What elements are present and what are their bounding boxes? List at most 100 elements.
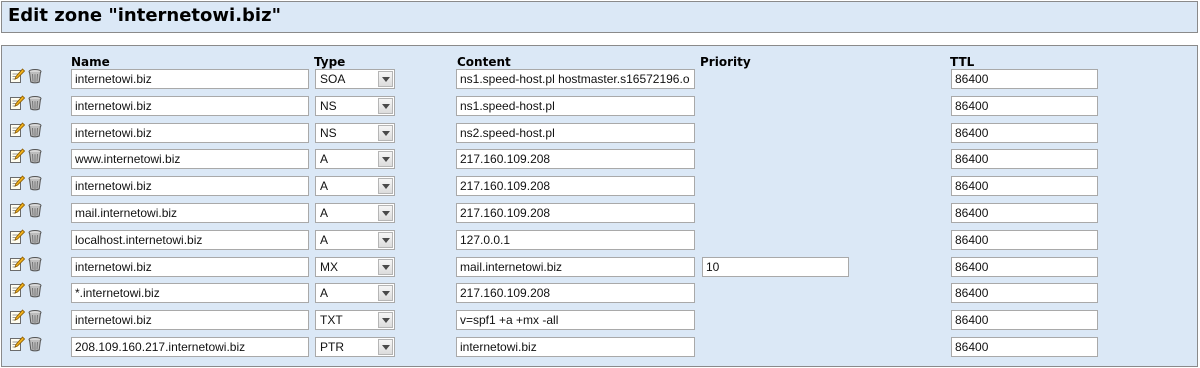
- delete-trash-icon[interactable]: [27, 68, 43, 84]
- record-type-value: A: [320, 152, 329, 167]
- chevron-down-icon[interactable]: [378, 339, 393, 355]
- record-type-value: PTR: [320, 340, 344, 354]
- delete-trash-icon[interactable]: [27, 202, 43, 218]
- table-row: internetowi.biz A 217.160.109.208 86400: [2, 173, 1197, 200]
- records-panel: Name Type Content Priority TTL interneto…: [1, 45, 1198, 367]
- record-name-input[interactable]: mail.internetowi.biz: [71, 203, 309, 223]
- record-ttl-input[interactable]: 86400: [951, 203, 1098, 223]
- record-content-input[interactable]: mail.internetowi.biz: [456, 256, 695, 277]
- record-ttl-input[interactable]: 86400: [951, 149, 1098, 170]
- record-type-select[interactable]: MX: [315, 256, 395, 277]
- delete-trash-icon[interactable]: [27, 122, 43, 138]
- chevron-down-icon[interactable]: [378, 124, 393, 141]
- chevron-down-icon[interactable]: [378, 97, 393, 114]
- edit-icon[interactable]: [9, 256, 26, 272]
- record-name-input[interactable]: internetowi.biz: [71, 310, 309, 331]
- record-type-select[interactable]: A: [315, 229, 395, 250]
- record-content-input[interactable]: 217.160.109.208: [456, 283, 695, 304]
- edit-icon[interactable]: [9, 95, 26, 111]
- delete-trash-icon[interactable]: [27, 175, 43, 191]
- chevron-down-icon[interactable]: [378, 71, 393, 87]
- record-content-input[interactable]: 217.160.109.208: [456, 176, 695, 197]
- edit-icon[interactable]: [9, 202, 26, 218]
- record-content-input[interactable]: 217.160.109.208: [456, 149, 695, 170]
- chevron-down-icon[interactable]: [378, 312, 393, 329]
- delete-trash-icon[interactable]: [27, 95, 43, 111]
- record-name-input[interactable]: internetowi.biz: [71, 95, 309, 116]
- edit-icon[interactable]: [9, 309, 26, 325]
- delete-trash-icon[interactable]: [27, 309, 43, 325]
- edit-icon[interactable]: [9, 148, 26, 164]
- record-name-input[interactable]: *.internetowi.biz: [71, 283, 309, 304]
- table-row: internetowi.biz NS ns1.speed-host.pl 86400: [2, 93, 1197, 120]
- edit-icon[interactable]: [9, 175, 26, 191]
- table-row: localhost.internetowi.biz A 127.0.0.1 86400: [2, 227, 1197, 254]
- delete-trash-icon[interactable]: [27, 256, 43, 272]
- chevron-down-icon[interactable]: [378, 151, 393, 168]
- record-type-value: A: [320, 179, 329, 194]
- record-content-input[interactable]: v=spf1 +a +mx -all: [456, 310, 695, 331]
- record-type-select[interactable]: A: [315, 176, 395, 197]
- record-ttl-input[interactable]: 86400: [951, 229, 1098, 250]
- record-ttl-input[interactable]: 86400: [951, 95, 1098, 116]
- record-type-select[interactable]: A: [315, 283, 395, 304]
- table-row: internetowi.biz SOA ns1.speed-host.pl host…: [2, 66, 1197, 93]
- table-row: internetowi.biz TXT v=spf1 +a +mx -all 8640…: [2, 307, 1197, 334]
- record-name-input[interactable]: localhost.internetowi.biz: [71, 229, 309, 250]
- record-type-value: NS: [320, 125, 337, 140]
- delete-trash-icon[interactable]: [27, 282, 43, 298]
- record-ttl-input[interactable]: 86400: [951, 337, 1098, 357]
- record-priority-input[interactable]: 10: [702, 256, 849, 277]
- record-name-input[interactable]: internetowi.biz: [71, 256, 309, 277]
- record-content-input[interactable]: ns2.speed-host.pl: [456, 122, 695, 143]
- record-ttl-input[interactable]: 86400: [951, 122, 1098, 143]
- edit-icon[interactable]: [9, 336, 26, 352]
- record-ttl-input[interactable]: 86400: [951, 310, 1098, 331]
- edit-icon[interactable]: [9, 282, 26, 298]
- record-type-select[interactable]: SOA: [315, 69, 395, 89]
- record-type-value: A: [320, 206, 329, 220]
- record-name-input[interactable]: www.internetowi.biz: [71, 149, 309, 170]
- record-name-input[interactable]: internetowi.biz: [71, 176, 309, 197]
- table-row: www.internetowi.biz A 217.160.109.208 86400: [2, 146, 1197, 173]
- record-type-select[interactable]: NS: [315, 122, 395, 143]
- record-name-input[interactable]: internetowi.biz: [71, 69, 309, 89]
- record-content-input[interactable]: ns1.speed-host.pl: [456, 95, 695, 116]
- record-type-select[interactable]: TXT: [315, 310, 395, 331]
- record-type-select[interactable]: A: [315, 203, 395, 223]
- title-bar: Edit zone "internetowi.biz": [1, 1, 1198, 33]
- table-row: internetowi.biz NS ns2.speed-host.pl 86400: [2, 120, 1197, 147]
- record-type-select[interactable]: NS: [315, 95, 395, 116]
- delete-trash-icon[interactable]: [27, 148, 43, 164]
- table-row: 208.109.160.217.internetowi.biz PTR intern…: [2, 334, 1197, 361]
- record-type-value: TXT: [320, 313, 343, 328]
- record-content-input[interactable]: internetowi.biz: [456, 337, 695, 357]
- record-type-value: A: [320, 286, 329, 301]
- record-type-select[interactable]: PTR: [315, 337, 395, 357]
- edit-icon[interactable]: [9, 122, 26, 138]
- chevron-down-icon[interactable]: [378, 178, 393, 195]
- edit-icon[interactable]: [9, 229, 26, 245]
- chevron-down-icon[interactable]: [378, 285, 393, 302]
- record-type-value: SOA: [320, 72, 346, 86]
- record-name-input[interactable]: internetowi.biz: [71, 122, 309, 143]
- record-ttl-input[interactable]: 86400: [951, 176, 1098, 197]
- record-ttl-input[interactable]: 86400: [951, 283, 1098, 304]
- record-content-input[interactable]: 127.0.0.1: [456, 229, 695, 250]
- record-type-value: NS: [320, 98, 337, 113]
- chevron-down-icon[interactable]: [378, 258, 393, 275]
- record-name-input[interactable]: 208.109.160.217.internetowi.biz: [71, 337, 309, 357]
- record-content-input[interactable]: 217.160.109.208: [456, 203, 695, 223]
- record-type-value: A: [320, 232, 329, 247]
- table-row: internetowi.biz MX mail.internetowi.biz 10 8…: [2, 254, 1197, 281]
- record-ttl-input[interactable]: 86400: [951, 69, 1098, 89]
- chevron-down-icon[interactable]: [378, 231, 393, 248]
- record-type-select[interactable]: A: [315, 149, 395, 170]
- record-content-input[interactable]: ns1.speed-host.pl hostmaster.s16572196.o: [456, 69, 695, 89]
- delete-trash-icon[interactable]: [27, 336, 43, 352]
- delete-trash-icon[interactable]: [27, 229, 43, 245]
- edit-icon[interactable]: [9, 68, 26, 84]
- table-row: *.internetowi.biz A 217.160.109.208 86400: [2, 280, 1197, 307]
- record-ttl-input[interactable]: 86400: [951, 256, 1098, 277]
- chevron-down-icon[interactable]: [378, 205, 393, 221]
